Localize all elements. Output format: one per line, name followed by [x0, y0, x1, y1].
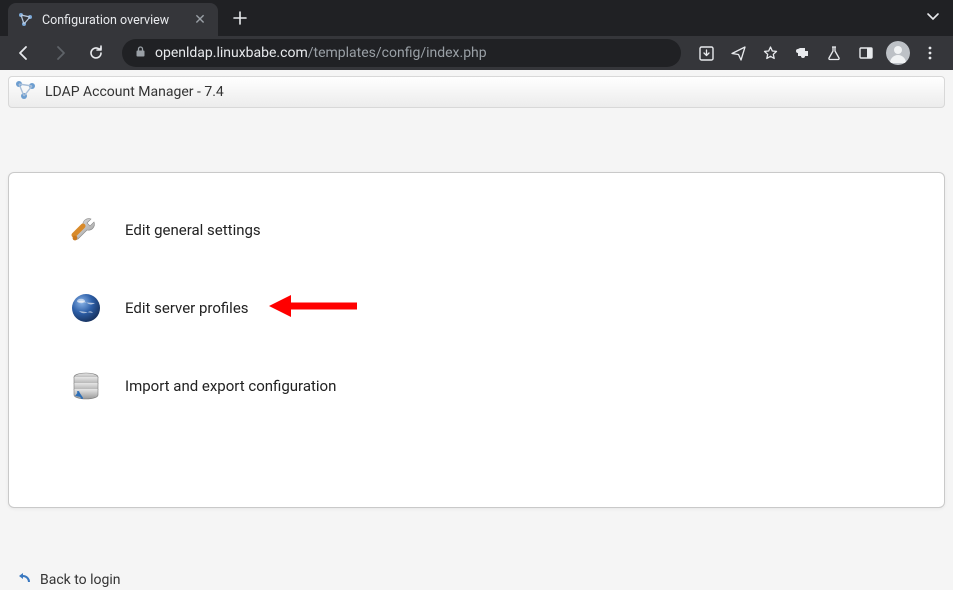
new-tab-button[interactable]: [226, 4, 254, 32]
back-to-login-label: Back to login: [40, 572, 121, 588]
tabs-dropdown-icon[interactable]: [925, 8, 941, 28]
config-menu-card: Edit general settings Edit server profil…: [8, 172, 945, 508]
bookmark-icon[interactable]: [755, 39, 785, 67]
flask-icon[interactable]: [819, 39, 849, 67]
forward-button[interactable]: [44, 39, 76, 67]
menu-label: Edit server profiles: [125, 299, 249, 317]
close-tab-icon[interactable]: ✕: [192, 12, 208, 28]
database-transfer-icon: [69, 369, 103, 403]
back-button[interactable]: [8, 39, 40, 67]
lock-icon: [134, 45, 147, 62]
app-title: LDAP Account Manager - 7.4: [45, 84, 224, 100]
annotation-arrow: [269, 291, 359, 325]
panel-icon[interactable]: [851, 39, 881, 67]
edit-server-profiles-link[interactable]: Edit server profiles: [69, 291, 894, 325]
kebab-menu-icon[interactable]: [915, 39, 945, 67]
send-icon[interactable]: [723, 39, 753, 67]
import-export-config-link[interactable]: Import and export configuration: [69, 369, 894, 403]
app-header: LDAP Account Manager - 7.4: [8, 76, 945, 108]
url-text: openldap.linuxbabe.com/templates/config/…: [155, 45, 487, 61]
menu-label: Edit general settings: [125, 221, 261, 239]
wrench-icon: [69, 213, 103, 247]
lam-logo-icon: [15, 79, 37, 105]
url-box[interactable]: openldap.linuxbabe.com/templates/config/…: [122, 39, 681, 67]
reload-button[interactable]: [80, 39, 112, 67]
menu-label: Import and export configuration: [125, 377, 336, 395]
install-app-icon[interactable]: [691, 39, 721, 67]
back-to-login-link[interactable]: Back to login: [18, 570, 945, 590]
profile-button[interactable]: [883, 39, 913, 67]
undo-icon: [18, 570, 34, 590]
globe-icon: [69, 291, 103, 325]
browser-tab[interactable]: Configuration overview ✕: [8, 3, 218, 37]
browser-tab-bar: Configuration overview ✕: [0, 0, 953, 36]
tab-title: Configuration overview: [42, 13, 184, 28]
edit-general-settings-link[interactable]: Edit general settings: [69, 213, 894, 247]
lam-favicon: [18, 12, 34, 28]
extensions-icon[interactable]: [787, 39, 817, 67]
address-bar: openldap.linuxbabe.com/templates/config/…: [0, 36, 953, 70]
